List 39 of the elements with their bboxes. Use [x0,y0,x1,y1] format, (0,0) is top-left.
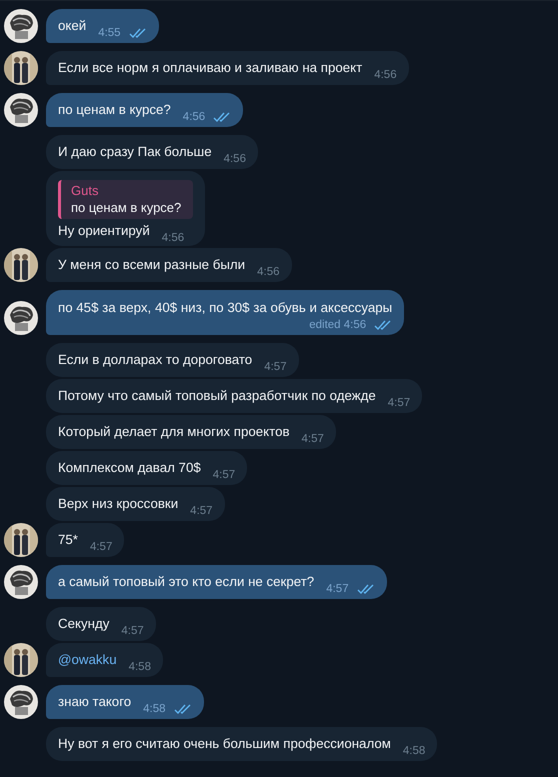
message-text: Ну ориентируй [58,222,150,240]
message-time: 4:57 [190,505,213,517]
message-text: Который делает для многих проектов [58,423,290,441]
message-time: 4:58 [402,745,426,757]
message-text: по ценам в курсе? [58,101,171,119]
message-text: Ну вот я его считаю очень большим профессионалом [58,735,391,753]
message-time: 4:57 [326,583,349,595]
message-text: Если все норм я оплачиваю и заливаю на проект [58,59,362,77]
mention-link[interactable]: @owakku [58,651,117,669]
message-time: 4:55 [98,27,121,39]
message-text: по 45$ за верх, 40$ низ, по 30$ за обувь и аксессуары [58,299,392,317]
message-time: 4:57 [90,541,112,553]
message-time: 4:58 [128,661,151,673]
message-text: Если в долларах то дороговато [58,351,252,369]
message-text: знаю такого [58,693,132,711]
message-text: Комплексом давал 70$ [58,459,201,477]
message-time: 4:57 [264,361,287,373]
message-time: 4:57 [302,433,324,445]
message-text: 75* [58,531,78,549]
message-time: 4:56 [374,69,397,81]
message-text: Верх низ кроссовки [58,495,178,513]
message-time: 4:58 [143,703,166,715]
message-time: 4:57 [212,469,236,481]
reply-text: по ценам в курсе? [71,200,182,215]
message-time: 4:56 [162,232,184,244]
message-text: И даю сразу Пак больше [58,143,212,161]
reply-quote[interactable]: Guts по ценам в курсе? [58,180,194,219]
message-time: 4:57 [121,625,144,637]
reply-author: Guts [71,183,100,198]
message-time: 4:56 [182,111,206,123]
message-time: 4:56 [224,153,246,165]
message-text: Потому что самый топовый разработчик по одежде [58,387,376,405]
message-time: edited 4:56 [309,319,366,331]
message-text: а самый топовый это кто если не секрет? [58,573,314,591]
message-text: Секунду [58,615,110,633]
message-text: У меня со всеми разные были [58,256,246,274]
message-time: 4:56 [257,266,280,278]
message-text: окей [58,17,86,35]
message-time: 4:57 [388,397,410,409]
